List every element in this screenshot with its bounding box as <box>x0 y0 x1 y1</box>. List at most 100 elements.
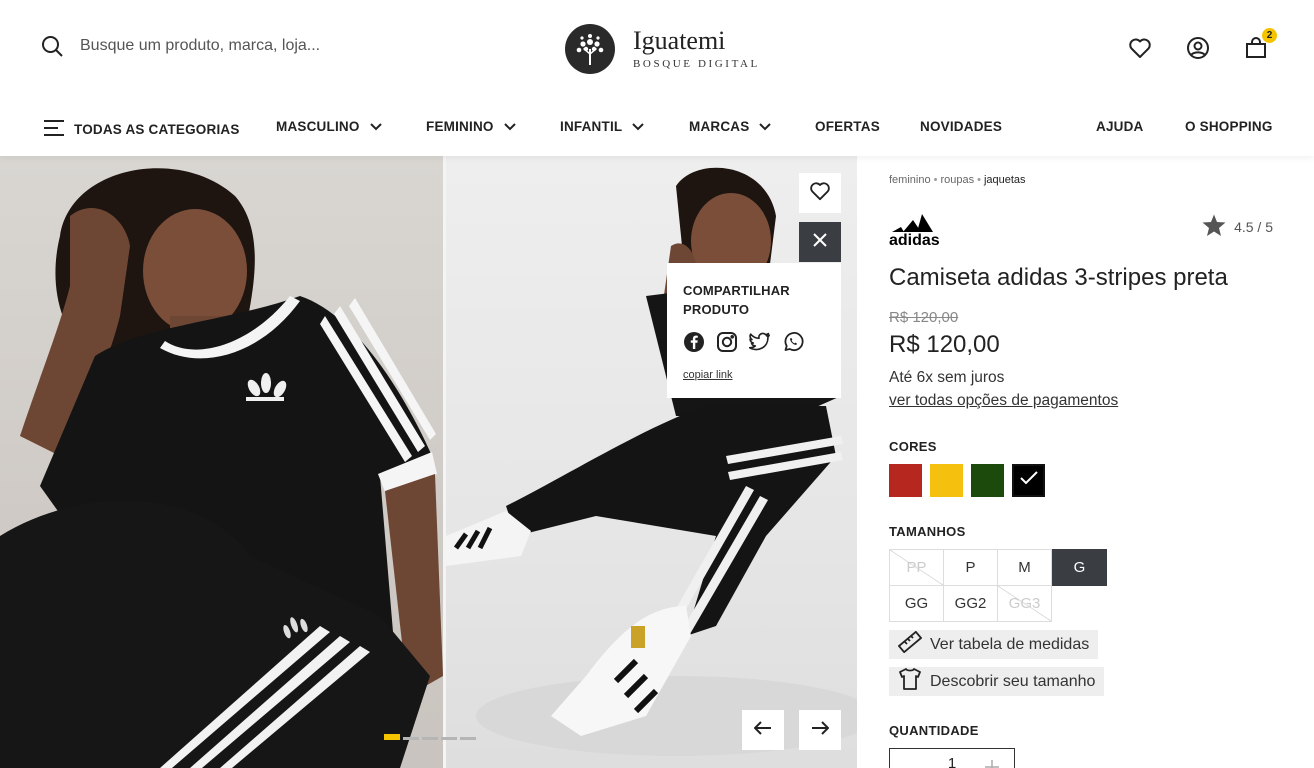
nav-label: OFERTAS <box>815 119 880 134</box>
size-chart-button[interactable]: Ver tabela de medidas <box>889 630 1099 659</box>
size-option[interactable]: GG <box>889 585 944 622</box>
find-size-label: Descobrir seu tamanho <box>930 672 1096 690</box>
header-actions: 2 <box>1128 28 1277 60</box>
size-option[interactable]: G <box>1052 549 1107 586</box>
share-title-line2: PRODUTO <box>683 302 750 317</box>
color-swatch-yellow[interactable] <box>930 464 963 497</box>
facebook-icon[interactable] <box>683 331 705 353</box>
size-option[interactable]: GG2 <box>943 585 998 622</box>
chevron-down-icon <box>632 119 645 134</box>
pagination-dot-3[interactable] <box>422 737 438 740</box>
user-account-icon[interactable] <box>1186 36 1210 60</box>
quantity-value[interactable]: 1 <box>948 755 956 768</box>
pagination-dot-5[interactable] <box>460 737 476 740</box>
site-header: Iguatemi BOSQUE DIGITAL 2 TODAS AS CATEG… <box>0 0 1314 156</box>
shopping-bag-icon[interactable]: 2 <box>1244 28 1277 60</box>
nav-item-ajuda[interactable]: AJUDA <box>1096 119 1144 134</box>
instagram-icon[interactable] <box>716 331 738 353</box>
copy-link[interactable]: copiar link <box>683 369 825 381</box>
nav-item-o-shopping[interactable]: O SHOPPING <box>1185 119 1273 134</box>
twitter-icon[interactable] <box>749 331 771 353</box>
whatsapp-icon[interactable] <box>782 331 804 353</box>
size-option[interactable]: M <box>997 549 1052 586</box>
nav-label: TODAS AS CATEGORIAS <box>74 122 240 137</box>
nav-label: NOVIDADES <box>920 119 1003 134</box>
cart-count-badge: 2 <box>1262 28 1277 43</box>
colors-label: CORES <box>889 439 937 454</box>
old-price: R$ 120,00 <box>889 309 959 326</box>
color-swatch-black[interactable] <box>1012 464 1045 497</box>
product-info: feminino • roupas • jaquetas adidas 4.5 / 5 … <box>889 156 1289 768</box>
arrow-left-icon <box>753 720 772 740</box>
color-options <box>889 464 1045 497</box>
share-title-line1: COMPARTILHAR <box>683 283 790 298</box>
close-share-button[interactable] <box>799 222 841 262</box>
next-image-button[interactable] <box>799 710 841 750</box>
product-gallery: COMPARTILHAR PRODUTO copiar link <box>0 156 857 768</box>
size-option[interactable]: GG3 <box>997 585 1052 622</box>
chevron-down-icon <box>503 119 516 134</box>
rating-value: 4.5 / 5 <box>1234 218 1273 235</box>
favorite-button[interactable] <box>799 173 841 213</box>
increase-quantity-button[interactable] <box>982 755 1002 768</box>
decrease-quantity-button[interactable] <box>902 755 922 768</box>
arrow-right-icon <box>811 720 830 740</box>
installments-text: Até 6x sem juros <box>889 369 1005 386</box>
search-icon[interactable] <box>40 34 64 58</box>
share-panel: COMPARTILHAR PRODUTO copiar link <box>667 263 841 398</box>
nav-label: MASCULINO <box>276 119 360 134</box>
nav-item-masculino[interactable]: MASCULINO <box>276 119 382 134</box>
breadcrumb-item[interactable]: jaquetas <box>984 174 1026 186</box>
nav-item-feminino[interactable]: FEMININO <box>426 119 516 134</box>
find-size-button[interactable]: Descobrir seu tamanho <box>889 667 1105 696</box>
pagination-dot-2[interactable] <box>403 737 419 740</box>
pagination-dot-1[interactable] <box>384 734 400 740</box>
product-photo-front[interactable] <box>0 156 443 768</box>
nav-item-ofertas[interactable]: OFERTAS <box>815 119 880 134</box>
search-input[interactable] <box>80 37 380 55</box>
sizes-label: TAMANHOS <box>889 524 966 539</box>
quantity-stepper: 1 <box>889 748 1015 768</box>
nav-all-categories[interactable]: TODAS AS CATEGORIAS <box>44 119 240 140</box>
product-photo-side[interactable] <box>446 156 857 768</box>
product-title: Camiseta adidas 3-stripes preta <box>889 264 1228 291</box>
brand-logo[interactable]: adidas <box>889 208 947 251</box>
chevron-down-icon <box>759 119 772 134</box>
nav-label: AJUDA <box>1096 119 1144 134</box>
heart-icon <box>809 181 831 206</box>
nav-label: O SHOPPING <box>1185 119 1273 134</box>
size-option[interactable]: PP <box>889 549 944 586</box>
tshirt-icon <box>898 668 922 695</box>
nav-label: MARCAS <box>689 119 750 134</box>
breadcrumb-item[interactable]: roupas <box>940 174 974 186</box>
nav-item-marcas[interactable]: MARCAS <box>689 119 772 134</box>
menu-icon <box>44 119 64 140</box>
star-icon <box>1202 214 1226 239</box>
gallery-pagination <box>384 734 476 740</box>
previous-image-button[interactable] <box>742 710 784 750</box>
nav-label: INFANTIL <box>560 119 623 134</box>
ruler-icon <box>897 630 923 658</box>
tree-logo-icon <box>565 24 615 74</box>
pagination-dot-4[interactable] <box>441 737 457 740</box>
breadcrumb: feminino • roupas • jaquetas <box>889 174 1026 186</box>
brand-name: adidas <box>889 232 940 246</box>
heart-icon[interactable] <box>1128 36 1152 60</box>
color-swatch-green[interactable] <box>971 464 1004 497</box>
checkmark-icon <box>1019 471 1038 490</box>
nav-item-infantil[interactable]: INFANTIL <box>560 119 645 134</box>
breadcrumb-item[interactable]: feminino <box>889 174 931 186</box>
share-title: COMPARTILHAR PRODUTO <box>683 281 825 319</box>
quantity-label: QUANTIDADE <box>889 723 979 738</box>
close-icon <box>813 232 827 252</box>
search-bar[interactable] <box>40 34 380 58</box>
payment-options-link[interactable]: ver todas opções de pagamentos <box>889 392 1118 410</box>
product-rating: 4.5 / 5 <box>1202 214 1273 239</box>
nav-item-novidades[interactable]: NOVIDADES <box>920 119 1002 134</box>
size-chart-label: Ver tabela de medidas <box>930 635 1090 653</box>
store-logo[interactable]: Iguatemi BOSQUE DIGITAL <box>565 24 760 74</box>
chevron-down-icon <box>369 119 382 134</box>
color-swatch-red[interactable] <box>889 464 922 497</box>
size-option[interactable]: P <box>943 549 998 586</box>
nav-label: FEMININO <box>426 119 494 134</box>
